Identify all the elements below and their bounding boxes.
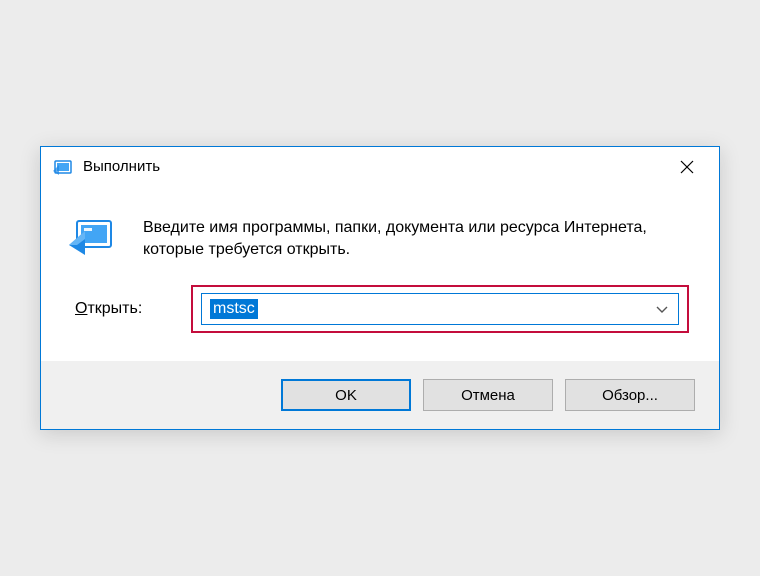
open-combobox[interactable]: mstsc xyxy=(201,293,679,325)
close-button[interactable] xyxy=(667,152,707,182)
cancel-button[interactable]: Отмена xyxy=(423,379,553,411)
open-input-row: Открыть: mstsc xyxy=(71,285,689,333)
dialog-content: Введите имя программы, папки, документа … xyxy=(41,187,719,362)
description-text: Введите имя программы, папки, документа … xyxy=(143,215,689,262)
run-dialog: Выполнить Введите имя программы, папки, … xyxy=(40,146,720,431)
browse-button[interactable]: Обзор... xyxy=(565,379,695,411)
button-bar: OK Отмена Обзор... xyxy=(41,361,719,429)
open-label: Открыть: xyxy=(71,300,191,318)
ok-button[interactable]: OK xyxy=(281,379,411,411)
open-combo-highlight: mstsc xyxy=(191,285,689,333)
dialog-title: Выполнить xyxy=(83,158,667,175)
titlebar: Выполнить xyxy=(41,147,719,187)
open-input-value: mstsc xyxy=(210,299,258,319)
run-icon xyxy=(67,215,115,257)
chevron-down-icon[interactable] xyxy=(656,301,668,318)
run-dialog-icon xyxy=(53,157,73,177)
description-row: Введите имя программы, папки, документа … xyxy=(71,215,689,262)
close-icon xyxy=(680,160,694,174)
